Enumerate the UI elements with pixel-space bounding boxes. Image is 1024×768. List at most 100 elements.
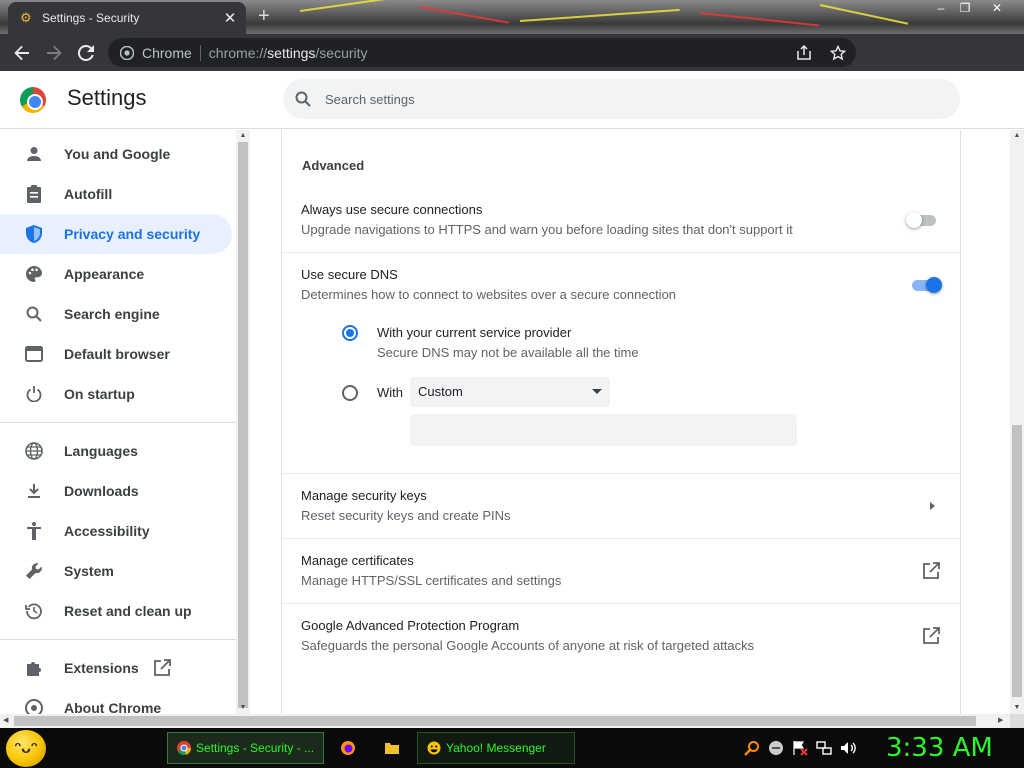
reload-icon bbox=[78, 44, 94, 61]
taskbar-item-files[interactable] bbox=[376, 732, 412, 764]
person-icon bbox=[24, 144, 44, 164]
scroll-up-arrow-icon[interactable]: ▲ bbox=[239, 132, 247, 140]
volume-tray-icon[interactable] bbox=[840, 740, 856, 756]
yahoo-smiley-icon bbox=[426, 740, 442, 756]
sidebar-item-reset-and-clean-up[interactable]: Reset and clean up bbox=[0, 591, 232, 631]
sidebar-item-label: Appearance bbox=[64, 266, 145, 282]
flag-alert-tray-icon[interactable] bbox=[792, 740, 808, 756]
sidebar-item-appearance[interactable]: Appearance bbox=[0, 254, 232, 294]
messenger-tray-icon[interactable] bbox=[768, 740, 784, 756]
network-tray-icon[interactable] bbox=[816, 740, 832, 756]
sidebar-divider bbox=[0, 639, 236, 640]
current-provider-description: Secure DNS may not be available all the … bbox=[377, 345, 639, 360]
scroll-down-arrow-icon[interactable]: ▼ bbox=[1013, 704, 1021, 712]
security-keys-row[interactable]: Manage security keys Reset security keys… bbox=[282, 474, 960, 538]
scroll-down-arrow-icon[interactable]: ▼ bbox=[239, 704, 247, 712]
sidebar-item-label: Reset and clean up bbox=[64, 603, 192, 619]
chrome-icon bbox=[24, 698, 44, 714]
sidebar-item-about-chrome[interactable]: About Chrome bbox=[0, 688, 232, 714]
bookmark-star-icon[interactable] bbox=[830, 44, 846, 61]
minimize-button[interactable]: ‒ bbox=[928, 0, 954, 18]
site-chip[interactable]: Chrome bbox=[120, 45, 192, 61]
radio-current-provider[interactable] bbox=[342, 325, 358, 341]
sidebar-item-autofill[interactable]: Autofill bbox=[0, 174, 232, 214]
custom-provider-label: With bbox=[377, 385, 403, 400]
tab-settings-security[interactable]: ⚙ Settings - Security ✕ bbox=[8, 2, 246, 34]
close-window-button[interactable]: ✕ bbox=[984, 0, 1010, 18]
https-only-toggle[interactable] bbox=[906, 212, 938, 228]
share-icon[interactable] bbox=[796, 44, 812, 61]
settings-header: Settings bbox=[0, 71, 1024, 129]
settings-sidebar: You and Google Autofill Privacy and secu… bbox=[0, 130, 236, 714]
horizontal-scroll-thumb[interactable] bbox=[14, 716, 976, 726]
sidebar-item-accessibility[interactable]: Accessibility bbox=[0, 511, 232, 551]
arrow-right-icon bbox=[47, 45, 62, 60]
start-button[interactable]: ᵔᴗᵔ bbox=[6, 730, 46, 767]
scroll-left-arrow-icon[interactable]: ◀ bbox=[3, 717, 8, 725]
forward-button[interactable] bbox=[38, 37, 70, 69]
new-tab-button[interactable]: + bbox=[258, 4, 270, 28]
wallpaper-streak bbox=[519, 8, 680, 22]
sidebar-divider bbox=[0, 422, 236, 423]
clipboard-icon bbox=[24, 184, 44, 204]
address-bar[interactable]: Chrome chrome://settings/security bbox=[108, 38, 856, 67]
secure-dns-toggle[interactable] bbox=[910, 277, 942, 293]
taskbar-item-yahoo-messenger[interactable]: Yahoo! Messenger bbox=[417, 732, 575, 764]
secure-dns-title: Use secure DNS bbox=[301, 267, 398, 282]
sidebar-item-on-startup[interactable]: On startup bbox=[0, 374, 232, 414]
radio-custom-provider[interactable] bbox=[342, 385, 358, 401]
https-only-row[interactable]: Always use secure connections Upgrade na… bbox=[282, 192, 960, 252]
sidebar-item-label: Search engine bbox=[64, 306, 160, 322]
certificates-row[interactable]: Manage certificates Manage HTTPS/SSL cer… bbox=[282, 539, 960, 603]
secure-dns-row: Use secure DNS Determines how to connect… bbox=[282, 253, 960, 473]
sidebar-scroll-thumb[interactable] bbox=[238, 142, 248, 708]
security-keys-description: Reset security keys and create PINs bbox=[301, 508, 511, 523]
taskbar-clock[interactable]: 3:33 AM bbox=[886, 730, 993, 766]
toggle-knob bbox=[926, 277, 942, 293]
secure-dns-description: Determines how to connect to websites ov… bbox=[301, 287, 677, 302]
sidebar-item-languages[interactable]: Languages bbox=[0, 431, 232, 471]
sidebar-item-search-engine[interactable]: Search engine bbox=[0, 294, 232, 334]
sidebar-item-label: Default browser bbox=[64, 346, 170, 362]
taskbar-item-firefox[interactable] bbox=[332, 732, 368, 764]
search-tray-icon[interactable] bbox=[744, 740, 760, 756]
tab-close-icon[interactable]: ✕ bbox=[220, 9, 240, 27]
reload-button[interactable] bbox=[70, 37, 102, 69]
search-input[interactable] bbox=[325, 91, 825, 107]
sidebar-item-privacy-and-security[interactable]: Privacy and security bbox=[0, 214, 232, 254]
maximize-button[interactable]: ❐ bbox=[952, 0, 978, 18]
firefox-icon bbox=[340, 740, 356, 756]
url-path: /security bbox=[315, 44, 368, 61]
sidebar-item-extensions[interactable]: Extensions bbox=[0, 648, 232, 688]
sidebar-item-label: On startup bbox=[64, 386, 135, 402]
settings-gear-icon: ⚙ bbox=[20, 10, 32, 25]
security-card: Advanced Always use secure connections U… bbox=[281, 130, 961, 714]
sidebar-item-label: Privacy and security bbox=[64, 226, 201, 242]
scroll-up-arrow-icon[interactable]: ▲ bbox=[1013, 132, 1021, 140]
sidebar-item-label: About Chrome bbox=[64, 700, 162, 714]
page-scroll-thumb[interactable] bbox=[1012, 425, 1022, 697]
toggle-knob bbox=[906, 212, 922, 228]
back-button[interactable] bbox=[6, 37, 38, 69]
url-host: settings bbox=[267, 44, 316, 61]
taskbar-item-chrome[interactable]: Settings - Security - ... bbox=[167, 732, 324, 764]
sidebar-item-you-and-google[interactable]: You and Google bbox=[0, 134, 232, 174]
sidebar-item-system[interactable]: System bbox=[0, 551, 232, 591]
advanced-protection-row[interactable]: Google Advanced Protection Program Safeg… bbox=[282, 604, 960, 668]
sidebar-item-label: Downloads bbox=[64, 483, 139, 499]
sidebar-item-downloads[interactable]: Downloads bbox=[0, 471, 232, 511]
sidebar-item-default-browser[interactable]: Default browser bbox=[0, 334, 232, 374]
chevron-right-icon bbox=[930, 502, 935, 510]
dns-provider-select[interactable]: Custom bbox=[410, 377, 610, 407]
advanced-protection-title: Google Advanced Protection Program bbox=[301, 618, 520, 633]
horizontal-scrollbar[interactable]: ◀ ▶ bbox=[0, 714, 1010, 728]
scroll-right-arrow-icon[interactable]: ▶ bbox=[998, 717, 1003, 725]
url-prefix: chrome:// bbox=[208, 44, 268, 61]
search-icon bbox=[295, 91, 311, 107]
sidebar-scrollbar[interactable]: ▲ ▼ bbox=[236, 130, 250, 714]
sidebar-item-label: You and Google bbox=[64, 146, 171, 162]
globe-icon bbox=[24, 441, 44, 461]
page-scrollbar[interactable]: ▲ ▼ bbox=[1010, 130, 1024, 714]
custom-dns-input[interactable] bbox=[410, 414, 797, 446]
search-box[interactable] bbox=[283, 79, 960, 119]
